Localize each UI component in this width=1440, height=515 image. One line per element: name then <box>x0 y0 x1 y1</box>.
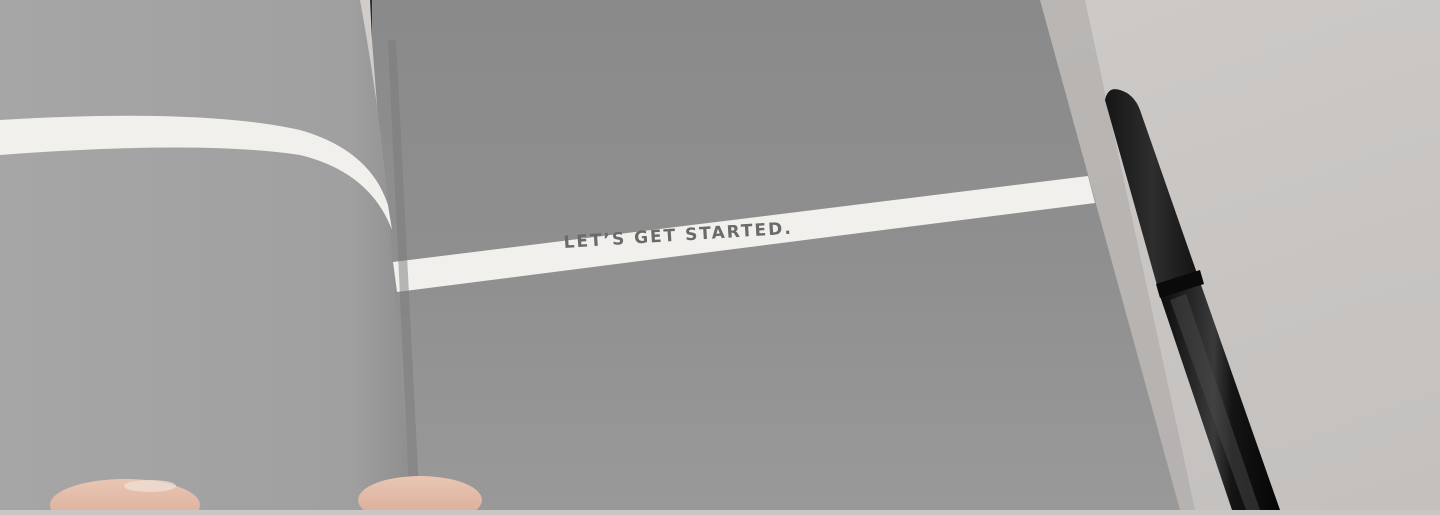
left-page <box>0 0 412 510</box>
photo-scene: LET’S GET STARTED. <box>0 0 1440 515</box>
